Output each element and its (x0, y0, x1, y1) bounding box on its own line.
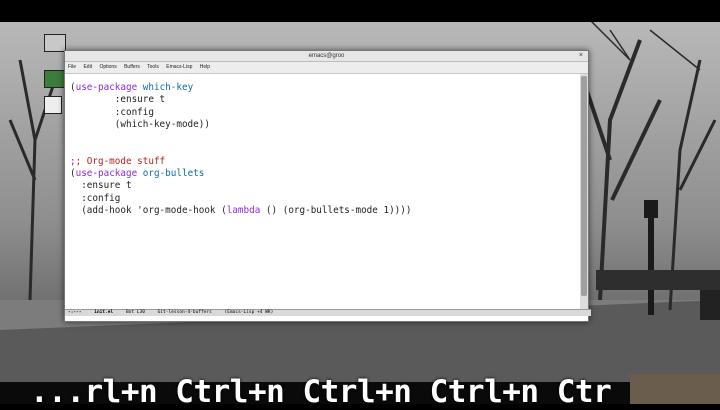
code-token: () (org-bullets-mode 1)))) (260, 204, 412, 216)
code-line[interactable]: ;; Org-mode stuff (70, 156, 580, 168)
code-token: (add-hook 'org-mode-hook ( (70, 204, 227, 216)
code-token: lambda (226, 204, 261, 216)
modeline-mode: (Emacs-Lisp +4 WK) (224, 310, 274, 315)
modeline-status: -:--- (68, 310, 82, 315)
top-panel (0, 0, 720, 22)
code-token: use-package (75, 168, 138, 180)
code-token: ;; Org-mode stuff (70, 155, 166, 167)
code-line[interactable]: (add-hook 'org-mode-hook (lambda () (org… (70, 205, 580, 217)
emacs-window: emacs@groo × File Edit Options Buffers T… (64, 50, 591, 322)
minibuffer[interactable] (65, 316, 588, 321)
modeline-buffer-name: init.el (94, 310, 114, 315)
desktop-icon-green[interactable] (44, 70, 66, 88)
code-line[interactable]: :config (70, 193, 580, 205)
menu-options[interactable]: Options (99, 64, 116, 70)
code-line[interactable] (70, 143, 580, 155)
menu-help[interactable]: Help (200, 64, 210, 70)
code-token: :ensure t (70, 94, 166, 106)
menu-bar: File Edit Options Buffers Tools Emacs-Li… (65, 62, 588, 74)
menu-file[interactable]: File (68, 64, 76, 70)
terminal-icon[interactable] (44, 96, 62, 114)
code-line[interactable] (70, 131, 580, 143)
menu-buffers[interactable]: Buffers (124, 64, 140, 70)
code-buffer[interactable]: (use-package which-key :ensure t :config… (70, 82, 580, 217)
webcam-overlay (630, 374, 720, 404)
code-line[interactable]: (which-key-mode)) (70, 119, 580, 131)
desktop-icon[interactable] (44, 34, 66, 52)
scrollbar-thumb[interactable] (581, 76, 587, 296)
menu-tools[interactable]: Tools (147, 64, 159, 70)
code-token: org-bullets (142, 168, 205, 180)
code-line[interactable]: :ensure t (70, 94, 580, 106)
code-line[interactable]: :config (70, 107, 580, 119)
code-token: :config (70, 106, 154, 118)
window-title: emacs@groo (308, 53, 345, 59)
mode-line: -:--- init.el Bot L30 Git-lesson-4-buffe… (65, 309, 591, 316)
window-titlebar: emacs@groo × (65, 51, 588, 62)
menu-emacs-lisp[interactable]: Emacs-Lisp (166, 64, 192, 70)
code-token: use-package (75, 82, 138, 93)
code-token: (which-key-mode)) (70, 118, 210, 130)
scrollbar[interactable] (580, 74, 588, 309)
modeline-position: Bot L30 (125, 310, 145, 315)
code-token: :config (70, 192, 121, 204)
keystroke-caption: ...rl+n Ctrl+n Ctrl+n Ctrl+n Ctr (30, 374, 612, 410)
modeline-branch: Git-lesson-4-buffers (157, 310, 212, 315)
code-line[interactable]: (use-package which-key (70, 82, 580, 94)
close-icon[interactable]: × (579, 51, 583, 61)
code-token: :ensure t (70, 180, 132, 192)
code-token: which-key (142, 82, 194, 93)
code-line[interactable]: :ensure t (70, 180, 580, 192)
editor-area[interactable]: (use-package which-key :ensure t :config… (65, 74, 580, 309)
code-line[interactable]: (use-package org-bullets (70, 168, 580, 180)
menu-edit[interactable]: Edit (83, 64, 92, 70)
